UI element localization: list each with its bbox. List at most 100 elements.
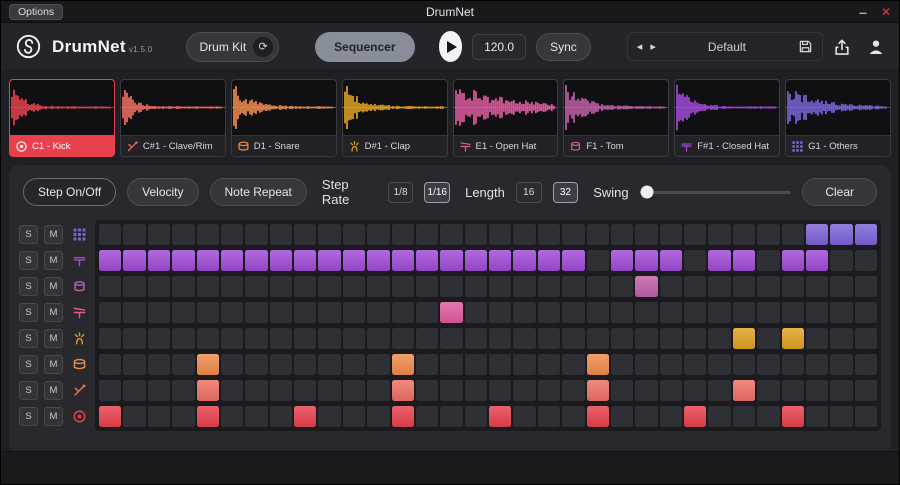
step-cell-tom-28[interactable] [757,276,779,297]
step-cell-snare-21[interactable] [587,354,609,375]
step-cell-clave-26[interactable] [708,380,730,401]
mute-button-open-hat[interactable]: M [44,303,63,322]
step-cell-kick-29[interactable] [782,406,804,427]
step-cell-open-hat-24[interactable] [660,302,682,323]
step-cell-kick-8[interactable] [270,406,292,427]
solo-button-clave[interactable]: S [19,381,38,400]
step-cell-clave-4[interactable] [172,380,194,401]
step-cell-closed-hat-9[interactable] [294,250,316,271]
step-cell-snare-12[interactable] [367,354,389,375]
step-cell-open-hat-23[interactable] [635,302,657,323]
step-cell-clave-2[interactable] [123,380,145,401]
step-cell-tom-26[interactable] [708,276,730,297]
step-cell-closed-hat-12[interactable] [367,250,389,271]
step-cell-kick-16[interactable] [465,406,487,427]
step-cell-snare-25[interactable] [684,354,706,375]
step-cell-tom-21[interactable] [587,276,609,297]
step-cell-open-hat-2[interactable] [123,302,145,323]
step-cell-tom-8[interactable] [270,276,292,297]
step-cell-tom-6[interactable] [221,276,243,297]
step-cell-snare-28[interactable] [757,354,779,375]
step-cell-clap-18[interactable] [513,328,535,349]
preset-prev-button[interactable]: ◂ [637,40,643,53]
step-cell-clap-27[interactable] [733,328,755,349]
step-cell-others-29[interactable] [782,224,804,245]
step-cell-clap-10[interactable] [318,328,340,349]
swing-slider[interactable] [640,191,792,194]
step-cell-clave-5[interactable] [197,380,219,401]
step-cell-closed-hat-18[interactable] [513,250,535,271]
step-cell-closed-hat-25[interactable] [684,250,706,271]
step-cell-snare-10[interactable] [318,354,340,375]
velocity-button[interactable]: Velocity [127,178,198,206]
step-cell-clave-14[interactable] [416,380,438,401]
step-cell-clave-28[interactable] [757,380,779,401]
step-cell-snare-17[interactable] [489,354,511,375]
step-cell-open-hat-16[interactable] [465,302,487,323]
step-cell-open-hat-30[interactable] [806,302,828,323]
preset-next-button[interactable]: ▸ [650,40,656,53]
step-cell-closed-hat-7[interactable] [245,250,267,271]
step-cell-clap-24[interactable] [660,328,682,349]
step-cell-tom-9[interactable] [294,276,316,297]
mute-button-clap[interactable]: M [44,329,63,348]
step-cell-snare-27[interactable] [733,354,755,375]
step-cell-kick-14[interactable] [416,406,438,427]
pad-d1-snare[interactable]: D1 - Snare [231,79,337,157]
step-cell-others-23[interactable] [635,224,657,245]
step-cell-others-24[interactable] [660,224,682,245]
step-cell-tom-1[interactable] [99,276,121,297]
step-cell-closed-hat-13[interactable] [392,250,414,271]
step-cell-closed-hat-32[interactable] [855,250,877,271]
step-cell-open-hat-17[interactable] [489,302,511,323]
step-cell-others-12[interactable] [367,224,389,245]
step-cell-open-hat-20[interactable] [562,302,584,323]
step-cell-snare-9[interactable] [294,354,316,375]
step-cell-open-hat-5[interactable] [197,302,219,323]
step-cell-clave-30[interactable] [806,380,828,401]
step-cell-others-32[interactable] [855,224,877,245]
mute-button-kick[interactable]: M [44,407,63,426]
step-cell-open-hat-26[interactable] [708,302,730,323]
step-cell-closed-hat-14[interactable] [416,250,438,271]
step-cell-closed-hat-31[interactable] [830,250,852,271]
minimize-icon[interactable]: – [859,7,867,17]
step-cell-tom-27[interactable] [733,276,755,297]
step-cell-others-7[interactable] [245,224,267,245]
step-cell-others-21[interactable] [587,224,609,245]
step-cell-snare-32[interactable] [855,354,877,375]
step-cell-open-hat-6[interactable] [221,302,243,323]
step-cell-snare-23[interactable] [635,354,657,375]
close-icon[interactable]: ✕ [881,5,891,19]
step-cell-tom-11[interactable] [343,276,365,297]
pad-d-1-clap[interactable]: D#1 - Clap [342,79,448,157]
step-cell-kick-15[interactable] [440,406,462,427]
step-cell-open-hat-22[interactable] [611,302,633,323]
step-rate-1-8-button[interactable]: 1/8 [388,182,414,203]
step-cell-clap-8[interactable] [270,328,292,349]
step-cell-clap-19[interactable] [538,328,560,349]
step-cell-tom-10[interactable] [318,276,340,297]
step-cell-open-hat-11[interactable] [343,302,365,323]
note-repeat-button[interactable]: Note Repeat [210,178,307,206]
step-cell-snare-16[interactable] [465,354,487,375]
step-cell-open-hat-25[interactable] [684,302,706,323]
step-cell-closed-hat-17[interactable] [489,250,511,271]
step-cell-closed-hat-22[interactable] [611,250,633,271]
step-cell-open-hat-8[interactable] [270,302,292,323]
step-cell-open-hat-9[interactable] [294,302,316,323]
step-cell-kick-4[interactable] [172,406,194,427]
step-cell-closed-hat-11[interactable] [343,250,365,271]
pad-f-1-closed-hat[interactable]: F#1 - Closed Hat [674,79,780,157]
step-rate-1-16-button[interactable]: 1/16 [424,182,450,203]
step-cell-others-28[interactable] [757,224,779,245]
step-cell-others-25[interactable] [684,224,706,245]
step-cell-clave-29[interactable] [782,380,804,401]
step-cell-kick-22[interactable] [611,406,633,427]
step-cell-snare-7[interactable] [245,354,267,375]
step-cell-tom-22[interactable] [611,276,633,297]
step-cell-clave-25[interactable] [684,380,706,401]
step-cell-clave-6[interactable] [221,380,243,401]
step-cell-tom-24[interactable] [660,276,682,297]
step-cell-clave-22[interactable] [611,380,633,401]
